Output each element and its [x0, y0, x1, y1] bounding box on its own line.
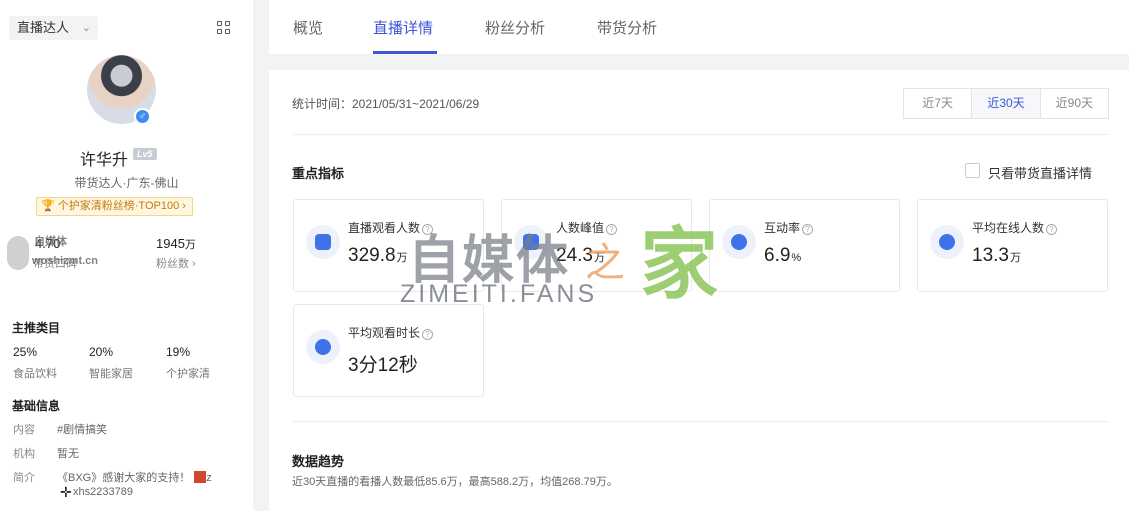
- metric-value: 329.8万: [348, 245, 408, 267]
- metric-value-number: 3分12秒: [348, 355, 418, 376]
- metric-title: 平均在线人数?: [972, 219, 1058, 236]
- rank-badge-label: 个护家清粉丝榜·TOP100: [57, 200, 180, 212]
- clock-icon: [306, 330, 340, 364]
- info-key-agency: 机构: [13, 448, 35, 460]
- active-tab-indicator: [373, 51, 437, 54]
- watermark-small-line2: woshizmt.cn: [32, 255, 99, 267]
- info-key-bio: 简介: [13, 472, 35, 484]
- male-gender-icon: ♂: [134, 108, 151, 125]
- basic-info-title: 基础信息: [12, 399, 61, 413]
- chevron-down-icon: ⌄: [81, 22, 91, 34]
- info-value-agency: 暂无: [57, 448, 79, 460]
- trend-title: 数据趋势: [292, 454, 345, 469]
- trend-description: 近30天直播的看播人数最低85.6万，最高588.2万，均值268.79万。: [292, 476, 618, 488]
- range-30d-button[interactable]: 近30天: [972, 89, 1041, 118]
- metric-card-online: 平均在线人数? 13.3万: [917, 199, 1108, 292]
- metric-unit: 万: [1009, 252, 1021, 264]
- metric-title-text: 平均观看时长: [348, 326, 421, 340]
- metric-value: 6.9%: [764, 245, 801, 267]
- mode-select[interactable]: 直播达人 ⌄: [9, 16, 98, 40]
- category-pct: 25%: [13, 345, 38, 359]
- metric-title: 平均观看时长?: [348, 324, 434, 341]
- metric-card-interaction: 互动率? 6.9%: [709, 199, 900, 292]
- metric-card-duration: 平均观看时长? 3分12秒: [293, 304, 484, 397]
- category-name: 智能家居: [89, 368, 133, 380]
- fans-count: 1945万: [156, 236, 196, 252]
- metric-title-text: 互动率: [764, 221, 801, 235]
- info-value-bio: 《BXG》感谢大家的支持！ z: [57, 469, 212, 485]
- key-metrics-title: 重点指标: [292, 166, 345, 181]
- stat-time-label: 统计时间：2021/05/31~2021/06/29: [292, 97, 480, 111]
- metric-value-number: 6.9: [764, 245, 791, 266]
- video-camera-icon: [306, 225, 340, 259]
- mode-select-value: 直播达人: [17, 20, 70, 35]
- fans-label-link[interactable]: 粉丝数 ›: [156, 255, 196, 271]
- bio-text: 《BXG》感谢大家的支持！: [57, 472, 191, 484]
- chat-bubble-icon: [722, 225, 756, 259]
- help-icon[interactable]: ?: [422, 329, 434, 340]
- metric-value-number: 13.3: [972, 245, 1009, 266]
- watermark-url: ZIMEITI.FANS: [400, 280, 598, 308]
- bio-extra: z: [206, 472, 212, 484]
- only-sales-label[interactable]: 只看带货直播详情: [988, 163, 1092, 182]
- grid-menu-icon[interactable]: [217, 21, 230, 34]
- range-selector: 近7天 近30天 近90天: [903, 88, 1109, 119]
- tab-fan-analysis[interactable]: 粉丝分析: [485, 17, 545, 38]
- fans-unit: 万: [184, 239, 196, 251]
- metric-value: 13.3万: [972, 245, 1021, 267]
- range-7d-button[interactable]: 近7天: [904, 89, 973, 118]
- watermark-small-line1: 自媒体: [34, 236, 67, 248]
- divider: [292, 134, 1109, 135]
- watermark-jia: 家: [640, 220, 719, 308]
- main-categories-title: 主推类目: [12, 321, 61, 335]
- divider: [292, 421, 1109, 422]
- category-pct: 19%: [166, 345, 191, 359]
- metric-value: 3分12秒: [348, 350, 419, 377]
- trophy-icon: 🏆: [41, 200, 55, 212]
- online-user-icon: [930, 225, 964, 259]
- category-name: 个护家清: [166, 368, 210, 380]
- tab-sales-analysis[interactable]: 带货分析: [597, 17, 657, 38]
- level-badge: Lv5: [133, 148, 157, 160]
- info-value-content: #剧情搞笑: [57, 424, 108, 436]
- profile-name: 许华升: [80, 152, 129, 169]
- sticker-icon: [194, 471, 207, 483]
- tab-overview[interactable]: 概览: [293, 17, 323, 38]
- category-name: 食品饮料: [13, 368, 57, 380]
- fans-value: 1945: [156, 236, 185, 251]
- watermark-small: 自媒体 woshizmt.cn: [8, 236, 98, 268]
- profile-subtitle: 带货达人·广东-佛山: [74, 176, 179, 190]
- range-90d-button[interactable]: 近90天: [1041, 89, 1108, 118]
- info-value-bio-line2: xhs2233789: [73, 486, 133, 498]
- metric-title-text: 平均在线人数: [972, 221, 1045, 235]
- cursor-crosshair-icon: ✛: [60, 484, 72, 500]
- info-key-content: 内容: [13, 424, 35, 436]
- only-sales-checkbox[interactable]: [965, 163, 980, 178]
- metric-unit: %: [791, 252, 802, 264]
- rank-badge[interactable]: 🏆 个护家清粉丝榜·TOP100 ›: [36, 197, 193, 216]
- tab-live-details[interactable]: 直播详情: [373, 17, 433, 38]
- metric-unit: 万: [396, 252, 408, 264]
- help-icon[interactable]: ?: [1046, 224, 1058, 235]
- metric-value-number: 329.8: [348, 245, 396, 266]
- help-icon[interactable]: ?: [802, 224, 814, 235]
- metric-title: 互动率?: [764, 219, 814, 236]
- category-pct: 20%: [89, 345, 114, 359]
- chevron-right-icon: ›: [182, 200, 186, 212]
